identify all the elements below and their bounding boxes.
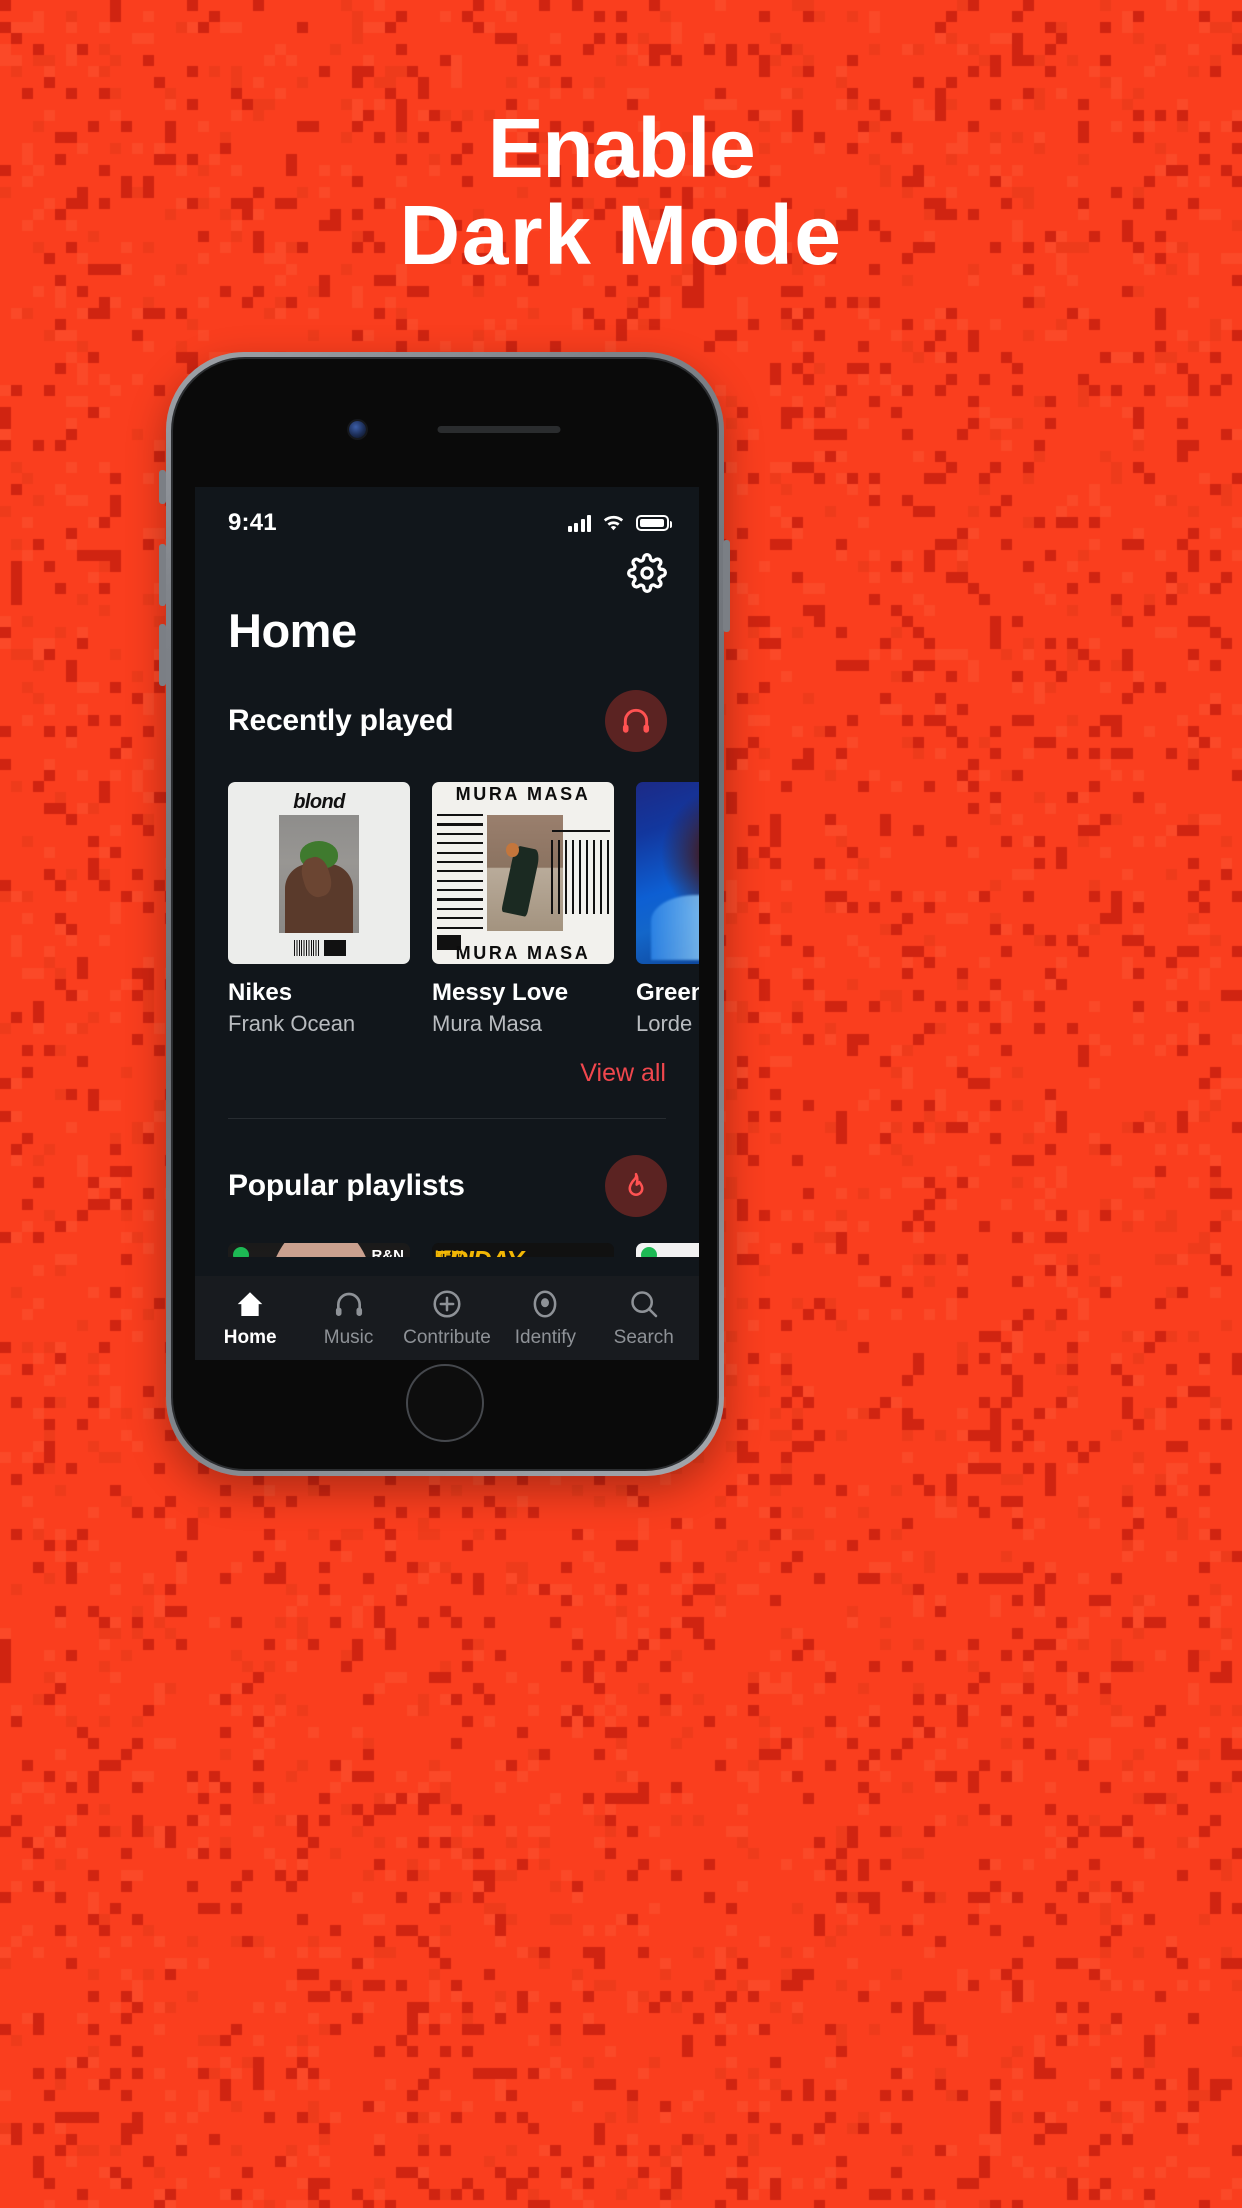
blonde-album-art: blond [228, 782, 410, 964]
phone-front-camera [349, 421, 366, 438]
album-art-photo [279, 815, 359, 933]
home-icon [234, 1288, 266, 1320]
headphones-icon [620, 705, 652, 737]
status-bar-time: 9:41 [228, 509, 277, 537]
popular-playlists-rail[interactable]: R&N NEW FRIDAY [195, 1217, 699, 1257]
card-subtitle: Frank Ocean [228, 1011, 410, 1037]
phone-screen: 9:41 Home Recently played blond Nikes Fr… [195, 487, 699, 1360]
headline-line-2: Dark Mode [0, 192, 1242, 279]
barcode-graphic [294, 940, 320, 956]
section-title: Popular playlists [228, 1169, 465, 1203]
header-actions [195, 545, 699, 593]
tab-identify[interactable]: Identify [499, 1288, 591, 1349]
status-bar-icons [568, 515, 670, 532]
card-title: Messy Love [432, 979, 614, 1007]
album-art-bottom-text: MURA MASA [432, 943, 614, 964]
playlist-badge-text: R&N [372, 1247, 405, 1257]
tab-label: Contribute [403, 1327, 491, 1349]
phone-volume-down-button[interactable] [159, 624, 166, 686]
tab-label: Search [614, 1327, 674, 1349]
playlist-art-1[interactable]: R&N [228, 1243, 410, 1257]
tab-home[interactable]: Home [204, 1288, 296, 1349]
battery-icon [636, 515, 669, 531]
page-title: Home [195, 593, 699, 654]
flame-icon [621, 1171, 651, 1201]
card-subtitle: Lorde [636, 1011, 699, 1037]
card-title: Nikes [228, 979, 410, 1007]
headphones-icon [333, 1288, 365, 1320]
plus-circle-icon [431, 1288, 463, 1320]
card-subtitle: Mura Masa [432, 1011, 614, 1037]
view-all-row: View all [195, 1037, 699, 1088]
phone-device-mockup: 9:41 Home Recently played blond Nikes Fr… [166, 352, 724, 1476]
tab-label: Identify [515, 1327, 576, 1349]
tab-contribute[interactable]: Contribute [401, 1288, 493, 1349]
phone-silent-switch[interactable] [159, 470, 166, 504]
recently-played-rail[interactable]: blond Nikes Frank Ocean MURA MASA MURA M… [195, 752, 699, 1037]
phone-power-button[interactable] [723, 540, 730, 632]
record-icon [529, 1288, 561, 1320]
phone-earpiece-speaker [438, 426, 561, 433]
view-all-link[interactable]: View all [580, 1059, 666, 1088]
headline-line-1: Enable [0, 105, 1242, 192]
album-art-featuring-text [552, 830, 610, 832]
melodrama-album-art [636, 782, 699, 964]
status-bar: 9:41 [195, 487, 699, 545]
list-item[interactable]: MURA MASA MURA MASA Messy Love Mura Masa [432, 782, 614, 1037]
mura-masa-album-art: MURA MASA MURA MASA [432, 782, 614, 964]
phone-bezel: 9:41 Home Recently played blond Nikes Fr… [171, 357, 719, 1471]
spotify-logo-icon [641, 1247, 657, 1257]
album-art-tracklist [437, 814, 483, 936]
section-title: Recently played [228, 704, 453, 738]
card-title: Green [636, 979, 699, 1007]
album-art-word: blond [228, 791, 410, 814]
playlist-art-2[interactable]: NEW FRIDAY [432, 1243, 614, 1257]
tab-label: Home [224, 1327, 277, 1349]
playlist-label-friday: FRIDAY [434, 1245, 523, 1257]
album-art-vertical-names [551, 840, 611, 914]
section-header-recently-played: Recently played [195, 654, 699, 752]
wifi-icon [602, 515, 625, 532]
parental-advisory-label [324, 940, 346, 956]
tab-search[interactable]: Search [598, 1288, 690, 1349]
cellular-signal-icon [568, 515, 592, 532]
flame-icon-badge[interactable] [605, 1155, 667, 1217]
spotify-logo-icon [233, 1247, 249, 1257]
section-header-popular-playlists: Popular playlists [195, 1119, 699, 1217]
search-icon [628, 1288, 660, 1320]
playlist-art-3[interactable] [636, 1243, 699, 1257]
tab-music[interactable]: Music [303, 1288, 395, 1349]
poster-headline: Enable Dark Mode [0, 105, 1242, 278]
phone-volume-up-button[interactable] [159, 544, 166, 606]
bottom-tab-bar: Home Music Contribute Identify Search [195, 1276, 699, 1360]
list-item[interactable]: Green Lorde [636, 782, 699, 1037]
gear-icon[interactable] [627, 553, 667, 593]
phone-home-button[interactable] [406, 1364, 484, 1442]
list-item[interactable]: blond Nikes Frank Ocean [228, 782, 410, 1037]
album-art-top-text: MURA MASA [432, 784, 614, 805]
tab-label: Music [324, 1327, 374, 1349]
headphones-icon-badge[interactable] [605, 690, 667, 752]
